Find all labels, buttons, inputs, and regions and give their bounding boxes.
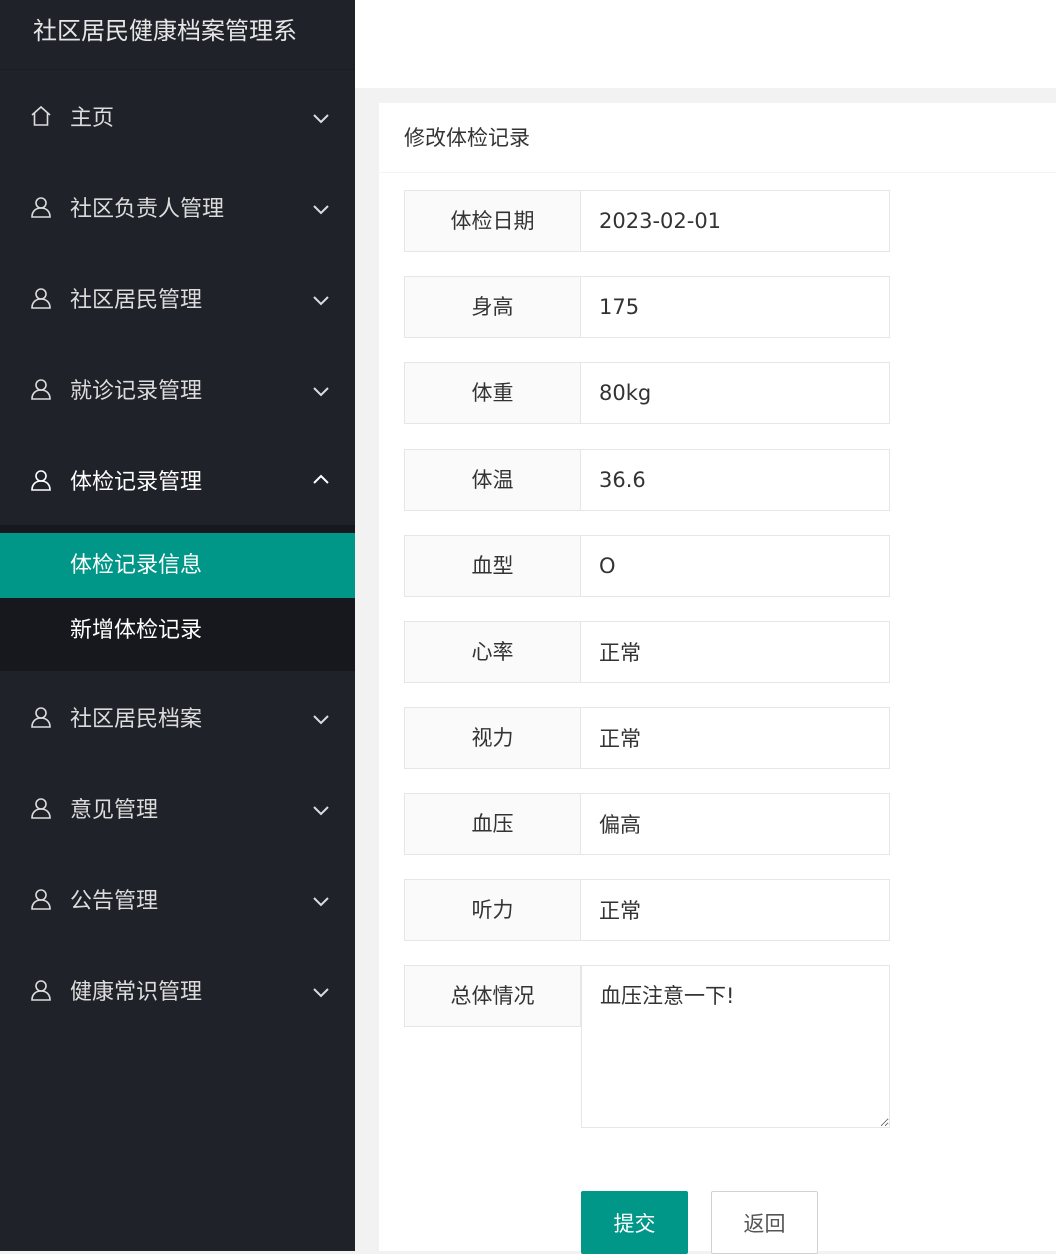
sidebar-item-label: 就诊记录管理 [70,378,203,404]
field-label: 体温 [404,449,581,511]
submenu-item-add-checkup[interactable]: 新增体检记录 [0,598,355,663]
field-label: 血压 [404,793,581,855]
sidebar-item-feedback[interactable]: 意见管理 [0,762,355,853]
submenu-spacer [0,663,355,671]
sidebar-item-visit-records[interactable]: 就诊记录管理 [0,343,355,434]
sidebar-item-checkup-records[interactable]: 体检记录管理 [0,434,355,525]
field-label: 身高 [404,276,581,338]
user-icon [31,888,51,910]
field-label: 体重 [404,362,581,424]
vision-input[interactable] [581,707,890,769]
summary-textarea[interactable]: 血压注意一下! [581,965,890,1128]
field-label: 体检日期 [404,190,581,252]
sidebar-item-label: 社区居民档案 [70,706,203,732]
home-icon [31,105,51,126]
user-icon [31,196,51,218]
sidebar-item-label: 体检记录管理 [70,469,203,495]
user-icon [31,979,51,1001]
chevron-down-icon [313,113,329,123]
sidebar-item-label: 健康常识管理 [70,979,203,1005]
weight-input[interactable] [581,362,890,424]
chevron-down-icon [313,805,329,815]
sidebar-item-home[interactable]: 主页 [0,70,355,161]
user-icon [31,797,51,819]
field-label: 心率 [404,621,581,683]
form-row-blood-type: 血型 [404,535,890,597]
height-input[interactable] [581,276,890,338]
hearing-input[interactable] [581,879,890,941]
field-label: 听力 [404,879,581,941]
heart-rate-input[interactable] [581,621,890,683]
chevron-down-icon [313,386,329,396]
form-row-vision: 视力 [404,707,890,769]
form-row-blood-pressure: 血压 [404,793,890,855]
form-row-hearing: 听力 [404,879,890,941]
chevron-down-icon [313,987,329,997]
sidebar-item-label: 社区居民管理 [70,287,203,313]
form-card: 修改体检记录 体检日期 身高 体重 体温 血型 心率 视力 血压 听力 总体情况… [379,103,1056,1254]
chevron-down-icon [313,896,329,906]
sidebar-item-label: 主页 [70,105,115,131]
sidebar-item-health-knowledge[interactable]: 健康常识管理 [0,944,355,1035]
submenu-checkup: 体检记录信息 新增体检记录 [0,525,355,671]
sidebar-item-community-leader[interactable]: 社区负责人管理 [0,161,355,252]
sidebar-item-announcements[interactable]: 公告管理 [0,853,355,944]
sidebar-item-label: 意见管理 [70,797,159,823]
temperature-input[interactable] [581,449,890,511]
form-row-weight: 体重 [404,362,890,424]
form-row-height: 身高 [404,276,890,338]
form-row-heart-rate: 心率 [404,621,890,683]
user-icon [31,469,51,491]
form-title: 修改体检记录 [379,103,1056,173]
form-row-summary: 总体情况 血压注意一下! [404,965,890,1128]
sidebar-item-residents[interactable]: 社区居民管理 [0,252,355,343]
form-row-checkup-date: 体检日期 [404,190,890,252]
checkup-date-input[interactable] [581,190,890,252]
chevron-up-icon [313,474,329,484]
user-icon [31,287,51,309]
user-icon [31,378,51,400]
chevron-down-icon [313,295,329,305]
submenu-item-checkup-info[interactable]: 体检记录信息 [0,533,355,598]
back-button[interactable]: 返回 [711,1191,818,1254]
blood-type-input[interactable] [581,535,890,597]
blood-pressure-input[interactable] [581,793,890,855]
field-label: 视力 [404,707,581,769]
sidebar: 社区居民健康档案管理系 主页 社区负责人管理 社区居民管理 就诊记录管理 体检记… [0,0,355,1251]
form-row-temperature: 体温 [404,449,890,511]
submit-button[interactable]: 提交 [581,1191,688,1254]
sidebar-item-resident-archives[interactable]: 社区居民档案 [0,671,355,762]
chevron-down-icon [313,714,329,724]
field-label: 血型 [404,535,581,597]
sidebar-item-label: 社区负责人管理 [70,196,225,222]
top-header [355,0,1056,88]
chevron-down-icon [313,204,329,214]
submenu-spacer [0,525,355,533]
field-label: 总体情况 [404,965,581,1027]
user-icon [31,706,51,728]
sidebar-item-label: 公告管理 [70,888,159,914]
app-title: 社区居民健康档案管理系 [0,0,355,70]
